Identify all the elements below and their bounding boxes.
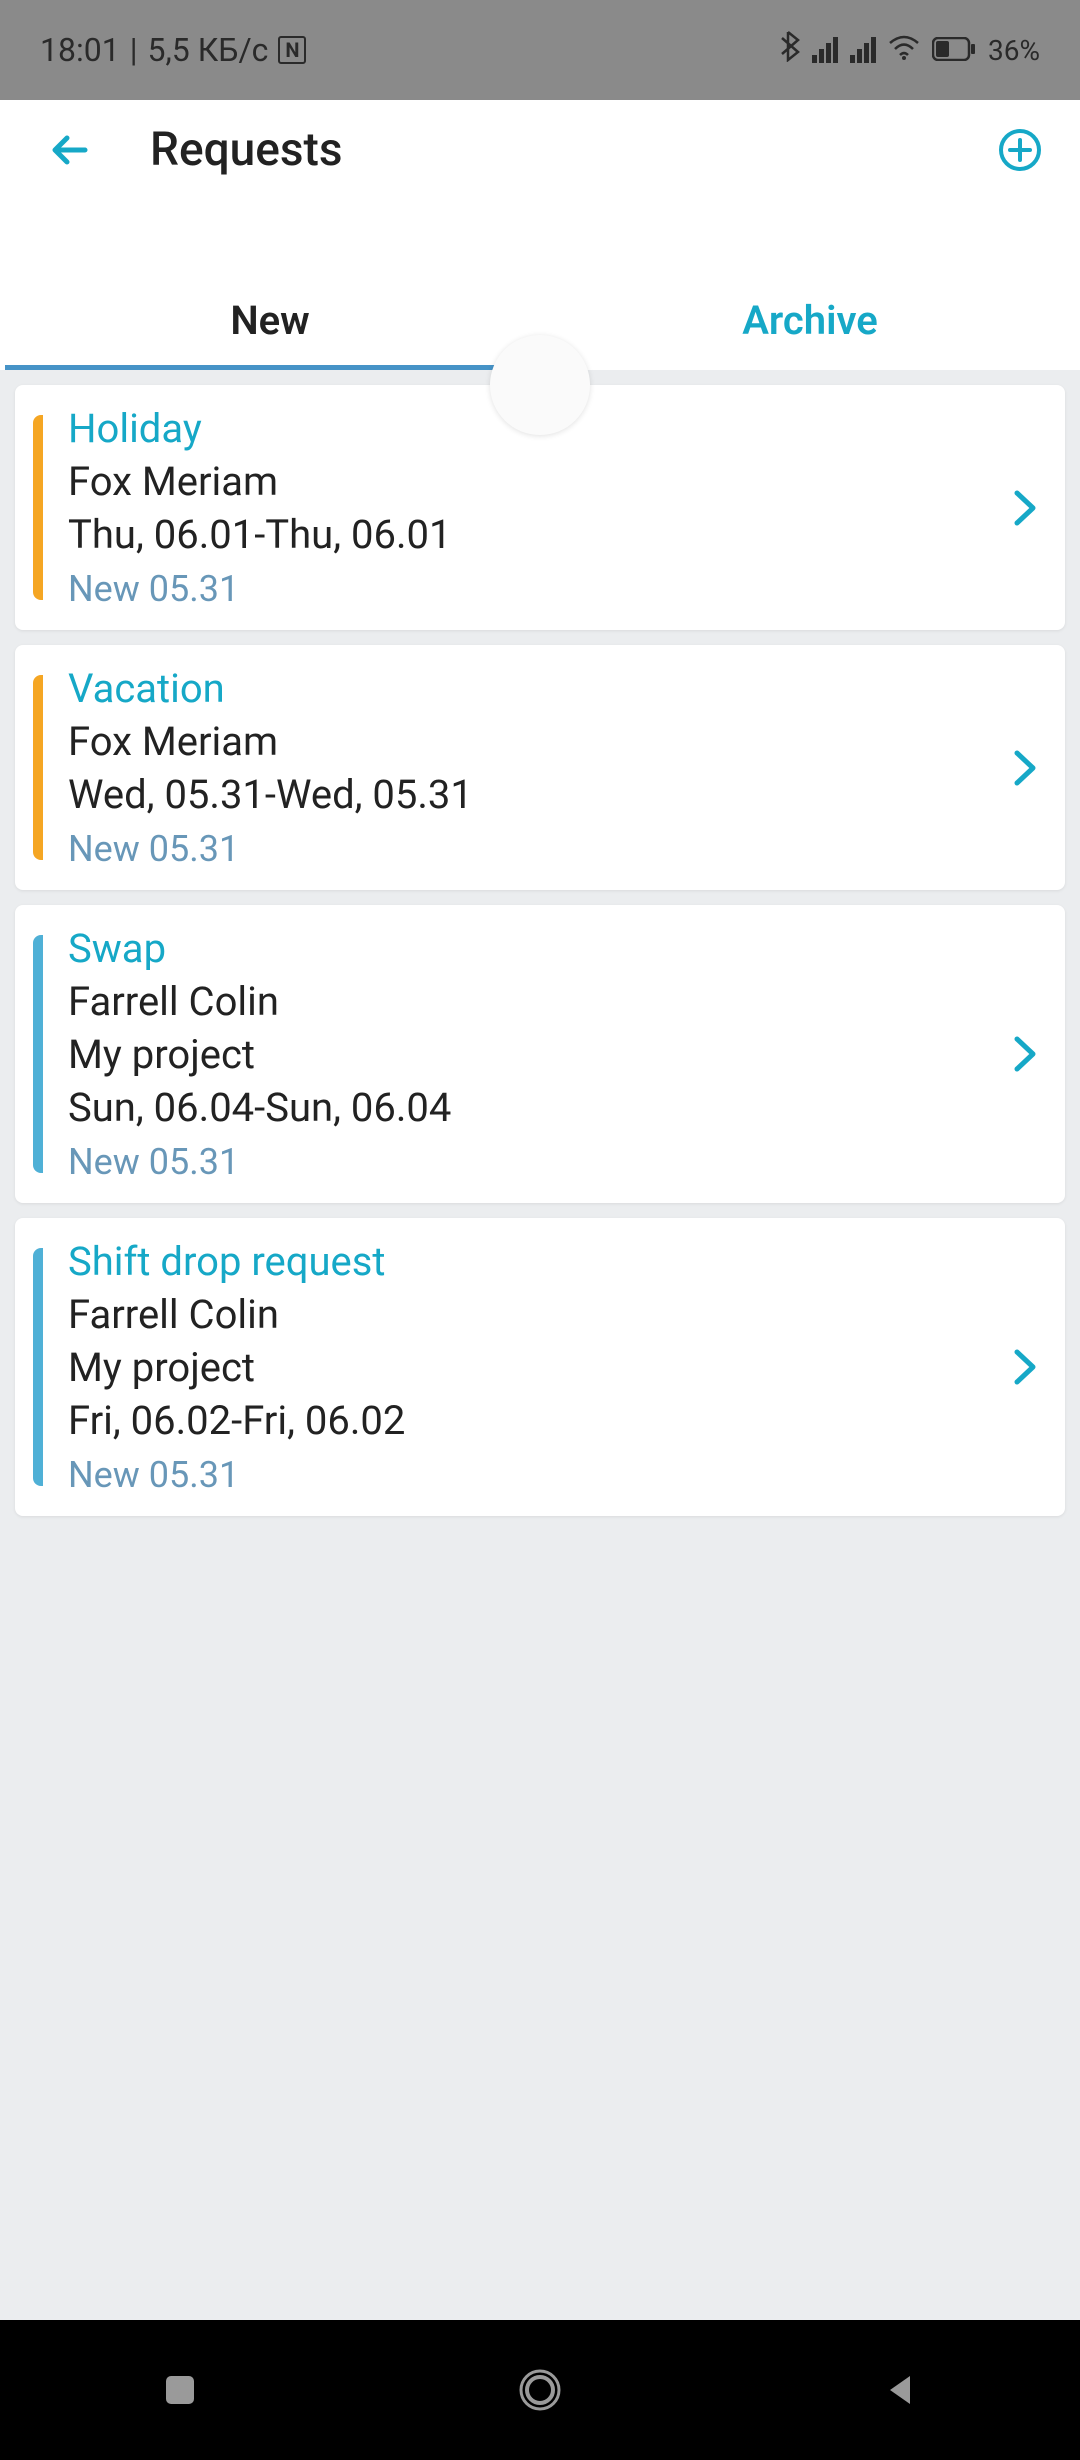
card-person: Fox Meriam xyxy=(68,458,965,505)
card-dates: Sun, 06.04-Sun, 06.04 xyxy=(68,1084,965,1131)
tab-archive[interactable]: Archive xyxy=(540,270,1080,370)
wifi-icon xyxy=(888,31,920,69)
tab-new[interactable]: New xyxy=(0,270,540,370)
card-type: Shift drop request xyxy=(68,1238,965,1285)
card-accent xyxy=(33,675,43,860)
card-accent xyxy=(33,935,43,1173)
card-dates: Thu, 06.01-Thu, 06.01 xyxy=(68,511,965,558)
signal-icon-2 xyxy=(850,37,876,63)
card-status: New 05.31 xyxy=(68,828,965,870)
nav-back-button[interactable] xyxy=(860,2350,940,2430)
nav-home-button[interactable] xyxy=(500,2350,580,2430)
navigation-bar xyxy=(0,2320,1080,2460)
add-button[interactable] xyxy=(990,128,1050,172)
requests-list: HolidayFox MeriamThu, 06.01-Thu, 06.01Ne… xyxy=(0,370,1080,2320)
card-dates: Fri, 06.02-Fri, 06.02 xyxy=(68,1397,965,1444)
card-type: Swap xyxy=(68,925,965,972)
card-accent xyxy=(33,415,43,600)
chevron-right-icon xyxy=(985,645,1065,890)
floating-handle[interactable] xyxy=(490,335,590,435)
battery-percent: 36% xyxy=(988,34,1040,67)
chevron-right-icon xyxy=(985,905,1065,1203)
card-project: My project xyxy=(68,1344,965,1391)
nfc-icon: N xyxy=(278,36,306,64)
request-card[interactable]: Swap Farrell Colin My project Sun, 06.04-Su… xyxy=(15,905,1065,1203)
card-content: Shift drop request Farrell Colin My projec… xyxy=(43,1218,985,1516)
card-person: Farrell Colin xyxy=(68,978,965,1025)
card-content: Swap Farrell Colin My project Sun, 06.04-Su… xyxy=(43,905,985,1203)
card-content: Vacation Fox Meriam Wed, 05.31-Wed, 05.31 N… xyxy=(43,645,985,890)
status-time: 18:01 xyxy=(40,31,120,69)
card-person: Fox Meriam xyxy=(68,718,965,765)
chevron-right-icon xyxy=(985,1218,1065,1516)
battery-icon xyxy=(932,31,976,69)
chevron-right-icon xyxy=(985,385,1065,630)
request-card[interactable]: Shift drop request Farrell Colin My projec… xyxy=(15,1218,1065,1516)
card-project: My project xyxy=(68,1031,965,1078)
card-status: New 05.31 xyxy=(68,1141,965,1183)
card-type: Vacation xyxy=(68,665,965,712)
signal-icon-1 xyxy=(812,37,838,63)
page-title: Requests xyxy=(150,123,990,177)
card-dates: Wed, 05.31-Wed, 05.31 xyxy=(68,771,965,818)
back-button[interactable] xyxy=(30,125,110,175)
status-bar: 18:01 | 5,5 КБ/c N 36% xyxy=(0,0,1080,100)
card-accent xyxy=(33,1248,43,1486)
request-card[interactable]: Vacation Fox Meriam Wed, 05.31-Wed, 05.31 N… xyxy=(15,645,1065,890)
card-person: Farrell Colin xyxy=(68,1291,965,1338)
status-data-speed: 5,5 КБ/c xyxy=(148,31,269,69)
nav-recent-button[interactable] xyxy=(140,2350,220,2430)
card-status: New 05.31 xyxy=(68,1454,965,1496)
card-status: New 05.31 xyxy=(68,568,965,610)
status-bar-right: 36% xyxy=(776,30,1040,70)
bluetooth-icon xyxy=(776,30,800,70)
tab-indicator xyxy=(5,365,540,370)
app-header: Requests xyxy=(0,100,1080,270)
status-bar-left: 18:01 | 5,5 КБ/c N xyxy=(40,31,306,69)
